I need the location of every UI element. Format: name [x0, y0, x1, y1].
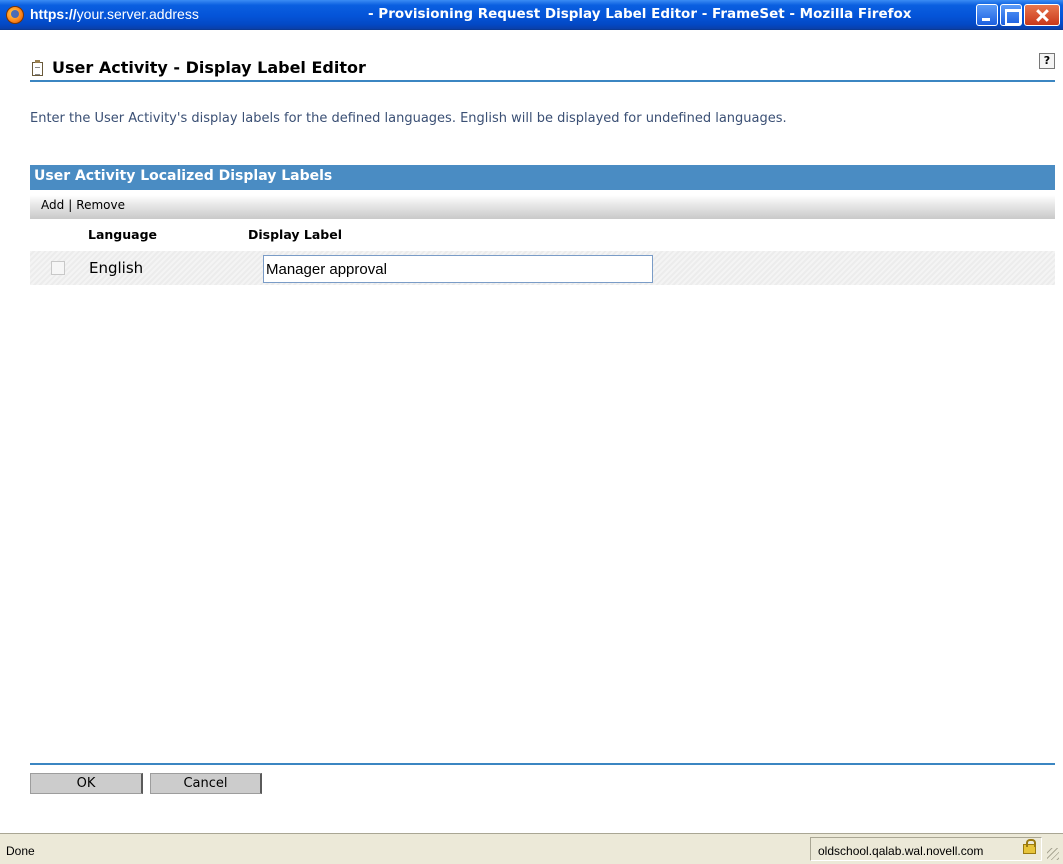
window-title-bar[interactable]: https://your.server.address - Provisioni…	[0, 0, 1063, 30]
minimize-icon[interactable]	[976, 4, 998, 26]
table-header-row: Language Display Label	[30, 219, 1055, 249]
row-select-checkbox[interactable]	[51, 261, 65, 275]
table-title: User Activity Localized Display Labels	[30, 165, 1055, 190]
status-text: Done	[6, 844, 35, 858]
row-language: English	[89, 259, 144, 277]
maximize-icon[interactable]	[1000, 4, 1022, 26]
close-icon[interactable]	[1024, 4, 1060, 26]
cancel-button[interactable]: Cancel	[150, 773, 262, 794]
window-title: - Provisioning Request Display Label Edi…	[368, 6, 912, 22]
add-link[interactable]: Add	[41, 198, 64, 212]
table-toolbar: Add | Remove	[30, 195, 1055, 219]
lock-icon[interactable]	[1023, 839, 1036, 854]
page-title: User Activity - Display Label Editor	[52, 58, 366, 77]
display-label-input[interactable]	[263, 255, 653, 283]
table-row: English	[30, 251, 1055, 285]
column-header-language: Language	[88, 227, 158, 242]
status-host-panel: oldschool.qalab.wal.novell.com	[810, 837, 1042, 861]
document-icon	[32, 60, 43, 76]
footer-divider	[30, 763, 1055, 765]
url-host: your.server.address	[76, 6, 199, 22]
help-icon[interactable]: ?	[1039, 53, 1055, 69]
status-bar: Done oldschool.qalab.wal.novell.com	[0, 833, 1063, 864]
toolbar-separator: |	[68, 198, 73, 212]
header-divider	[30, 80, 1055, 82]
url-scheme: https://	[30, 6, 77, 22]
instructions-text: Enter the User Activity's display labels…	[30, 111, 787, 126]
resize-grip-icon[interactable]	[1047, 848, 1059, 860]
remove-link[interactable]: Remove	[76, 198, 125, 212]
column-header-display-label: Display Label	[248, 227, 342, 242]
firefox-icon[interactable]	[6, 6, 24, 24]
status-host: oldschool.qalab.wal.novell.com	[818, 844, 984, 858]
window-title-url: https://your.server.address	[30, 6, 199, 22]
ok-button[interactable]: OK	[30, 773, 143, 794]
